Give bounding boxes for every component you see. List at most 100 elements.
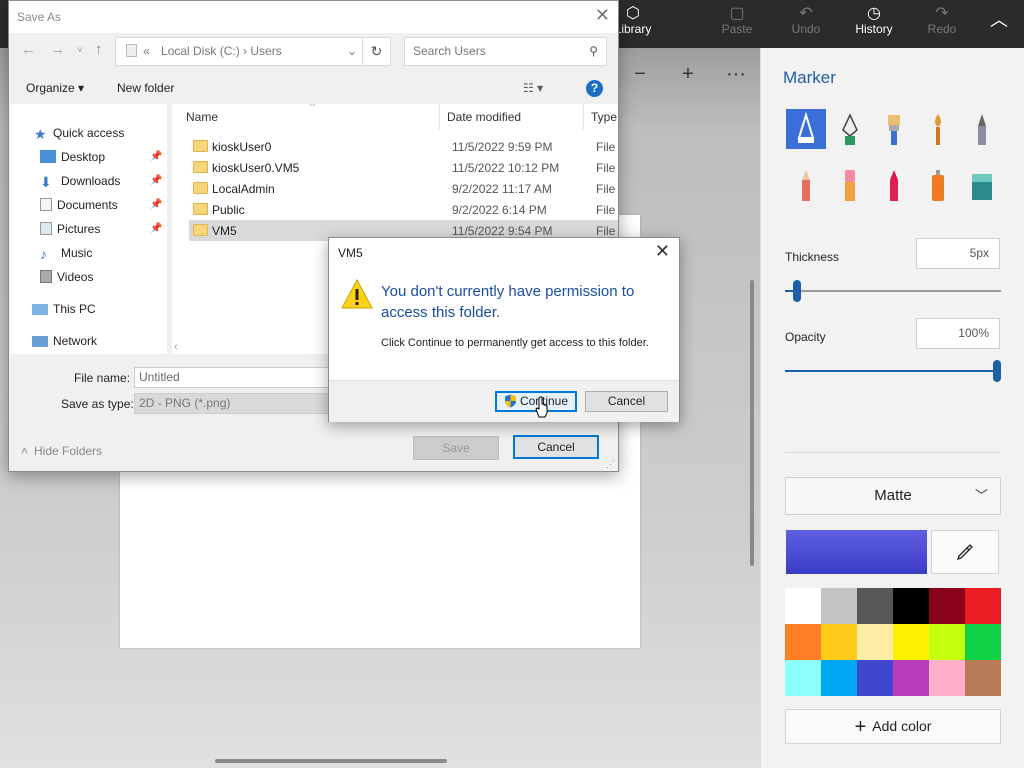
file-row[interactable]: Public 9/2/2022 6:14 PM File fo [189,199,618,220]
crayon-brush[interactable] [874,165,914,205]
scroll-left-arrow-icon[interactable]: ‹ [174,341,178,353]
color-swatch[interactable] [821,660,857,696]
file-row[interactable]: LocalAdmin 9/2/2022 11:17 AM File fo [189,178,618,199]
new-folder-button[interactable]: New folder [117,81,174,95]
file-name-input[interactable]: Untitled [134,367,334,388]
organize-button[interactable]: Organize ▾ [26,81,84,95]
cancel-button[interactable]: Cancel [513,435,599,459]
clipboard-icon: ▢ [729,5,745,22]
pin-icon[interactable]: 📌 [150,151,162,162]
collapse-toolbar-button[interactable]: ︿ [966,0,1024,48]
vertical-scrollbar[interactable] [750,280,754,566]
save-type-select[interactable]: 2D - PNG (*.png) [134,393,334,414]
paste-button[interactable]: ▢ Paste [704,0,770,48]
color-swatch[interactable] [965,660,1001,696]
resize-grip-icon[interactable]: ⋰ [606,459,615,470]
refresh-button[interactable]: ↻ [362,37,391,66]
color-swatch[interactable] [821,624,857,660]
search-input[interactable]: Search Users ⚲ [404,37,607,66]
pencil-brush[interactable] [786,165,826,205]
spray-can-brush[interactable] [918,165,958,205]
back-arrow-icon[interactable]: ← [21,41,36,58]
fill-brush[interactable] [962,165,1002,205]
color-swatch[interactable] [929,660,965,696]
file-date: 11/5/2022 9:54 PM [452,224,553,238]
color-swatch[interactable] [821,588,857,624]
chevron-down-icon[interactable]: ⌄ [347,38,357,65]
color-swatch[interactable] [857,660,893,696]
file-row[interactable]: kioskUser0.VM5 11/5/2022 10:12 PM File f… [189,157,618,178]
zoom-out-button[interactable]: − [624,56,656,92]
calligraphy-pen-brush[interactable] [830,109,870,149]
horizontal-scrollbar[interactable] [215,759,447,763]
address-bar[interactable]: « Local Disk (C:) › Users ⌄ [115,37,366,66]
thickness-label: Thickness [785,250,840,264]
opacity-input[interactable]: 100% [916,318,1000,349]
computer-icon [32,304,48,315]
thickness-slider-thumb[interactable] [793,280,801,302]
save-button[interactable]: Save [413,436,499,460]
pin-icon[interactable]: 📌 [150,175,162,186]
color-swatch[interactable] [785,660,821,696]
forward-arrow-icon[interactable]: → [50,41,65,58]
opacity-slider-thumb[interactable] [993,360,1001,382]
column-header-date[interactable]: Date modified [447,110,521,124]
nav-network[interactable]: Network [32,334,97,348]
nav-videos[interactable]: Videos [40,270,93,284]
color-swatch[interactable] [965,588,1001,624]
oil-brush[interactable] [874,109,914,149]
warning-icon [341,279,373,309]
help-icon[interactable]: ? [586,80,603,97]
opacity-slider-fill [785,370,997,372]
nav-pictures[interactable]: Pictures [40,222,100,236]
nav-documents[interactable]: Documents [40,198,118,212]
marker-brush[interactable] [786,109,826,149]
color-swatch[interactable] [893,588,929,624]
color-swatch[interactable] [893,660,929,696]
pixel-pen-brush[interactable] [962,109,1002,149]
zoom-in-button[interactable]: + [672,56,704,92]
add-color-button[interactable]: + Add color [785,709,1001,744]
file-row[interactable]: kioskUser0 11/5/2022 9:59 PM File fo [189,136,618,157]
nav-downloads[interactable]: ⬇ Downloads [40,174,120,190]
view-options-icon[interactable]: ☷ ▾ [523,81,543,95]
add-color-label: Add color [872,718,932,734]
hide-folders-toggle[interactable]: ˄ Hide Folders [21,444,102,458]
nav-music[interactable]: ♪ Music [40,246,92,262]
color-swatch[interactable] [785,588,821,624]
file-type: File fo [596,203,618,217]
color-swatch[interactable] [857,588,893,624]
column-header-type[interactable]: Type [591,110,617,124]
file-name: Public [212,203,245,217]
file-date: 9/2/2022 6:14 PM [452,203,547,217]
pin-icon[interactable]: 📌 [150,199,162,210]
up-arrow-icon[interactable]: ↑ [95,41,103,58]
oil-brush-icon [888,115,900,145]
color-swatch[interactable] [785,624,821,660]
column-header-name[interactable]: Name [186,110,218,124]
color-swatch[interactable] [965,624,1001,660]
color-swatch[interactable] [857,624,893,660]
color-swatch[interactable] [929,588,965,624]
eraser-brush[interactable] [830,165,870,205]
pin-icon[interactable]: 📌 [150,223,162,234]
nav-desktop[interactable]: Desktop [40,150,105,164]
color-swatch[interactable] [893,624,929,660]
close-icon[interactable]: ✕ [655,241,670,262]
undo-button[interactable]: ↶ Undo [773,0,839,48]
nav-quick-access[interactable]: ★ Quick access [34,126,124,142]
folder-icon [126,44,137,57]
nav-this-pc[interactable]: This PC [32,302,96,316]
thickness-input[interactable]: 5px [916,238,1000,269]
close-icon[interactable]: ✕ [595,5,610,26]
watercolor-brush[interactable] [918,109,958,149]
eyedropper-button[interactable] [931,530,999,574]
recent-locations-icon[interactable]: ˅ [77,45,83,56]
history-button[interactable]: ◷ History [841,0,907,48]
current-color-swatch[interactable] [786,530,927,574]
color-swatch[interactable] [929,624,965,660]
cancel-button[interactable]: Cancel [585,391,668,412]
finish-dropdown[interactable]: Matte ﹀ [785,477,1001,515]
more-options-button[interactable]: ··· [720,56,752,92]
thickness-slider-track[interactable] [785,290,1001,292]
